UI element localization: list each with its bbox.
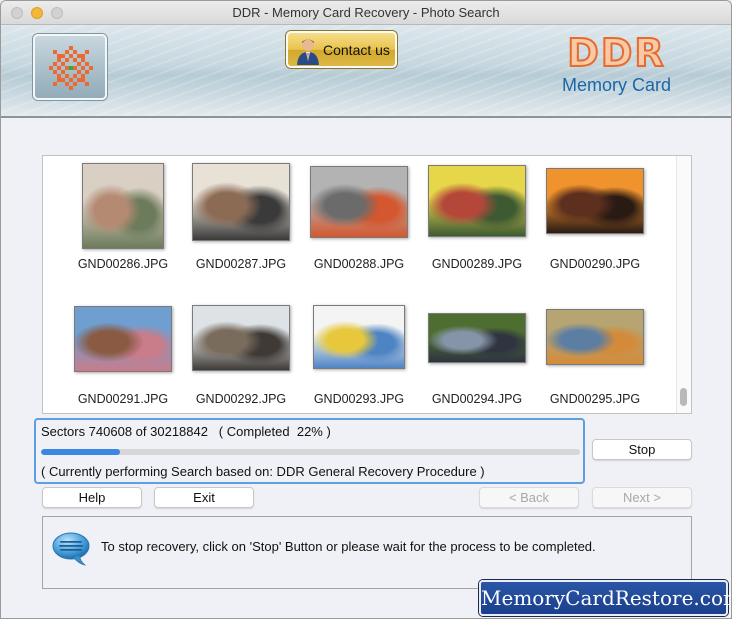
checker-star-logo-icon [49, 46, 93, 90]
speech-bubble-icon [52, 532, 90, 566]
title-bar: DDR - Memory Card Recovery - Photo Searc… [1, 1, 731, 25]
current-procedure-text: ( Currently performing Search based on: … [41, 464, 485, 479]
sectors-progress-text: Sectors 740608 of 30218842 ( Completed 2… [41, 424, 331, 439]
photo-thumbnail[interactable] [192, 163, 290, 241]
person-icon [297, 39, 319, 65]
photo-thumbnail[interactable] [192, 305, 290, 371]
next-button[interactable]: Next > [592, 487, 692, 508]
app-window: DDR - Memory Card Recovery - Photo Searc… [0, 0, 732, 619]
app-logo [33, 34, 107, 100]
photo-filename: GND00294.JPG [431, 392, 523, 406]
photo-filename: GND00292.JPG [195, 392, 287, 406]
brand-logo: DDR Memory Card [561, 31, 671, 96]
photo-filename: GND00295.JPG [549, 392, 641, 406]
gallery-scrollbar[interactable] [676, 156, 691, 413]
photo-gallery: GND00286.JPG GND00287.JPG GND00288.JPG GND0… [42, 155, 692, 414]
photo-thumbnail[interactable] [428, 165, 526, 237]
photo-filename: GND00287.JPG [195, 257, 287, 271]
photo-filename: GND00290.JPG [549, 257, 641, 271]
photo-thumbnail[interactable] [428, 313, 526, 363]
photo-thumbnail[interactable] [546, 168, 644, 234]
scrollbar-thumb[interactable] [680, 388, 687, 406]
photo-filename: GND00291.JPG [77, 392, 169, 406]
brand-subtitle: Memory Card [561, 75, 671, 95]
photo-filename: GND00288.JPG [313, 257, 405, 271]
close-window-button[interactable] [11, 7, 23, 19]
back-button[interactable]: < Back [479, 487, 579, 508]
brand-name: DDR [566, 31, 666, 75]
exit-button[interactable]: Exit [154, 487, 254, 508]
contact-us-label: Contact us [323, 42, 390, 58]
progress-panel: Sectors 740608 of 30218842 ( Completed 2… [34, 418, 585, 484]
maximize-window-button[interactable] [51, 7, 63, 19]
photo-thumbnail[interactable] [546, 309, 644, 365]
window-title: DDR - Memory Card Recovery - Photo Searc… [232, 5, 500, 20]
header-banner: Contact us DDR Memory Card [1, 25, 731, 118]
photo-filename: GND00289.JPG [431, 257, 523, 271]
minimize-window-button[interactable] [31, 7, 43, 19]
website-watermark: MemoryCardRestore.com [479, 580, 731, 616]
progress-bar-fill [41, 449, 120, 455]
photo-thumbnail[interactable] [313, 305, 405, 369]
contact-us-button[interactable]: Contact us [286, 31, 397, 68]
photo-thumbnail[interactable] [82, 163, 164, 249]
info-panel: To stop recovery, click on 'Stop' Button… [42, 516, 692, 589]
photo-thumbnail[interactable] [310, 166, 408, 238]
stop-button[interactable]: Stop [592, 439, 692, 460]
progress-bar [41, 449, 580, 455]
photo-filename: GND00286.JPG [77, 257, 169, 271]
help-button[interactable]: Help [42, 487, 142, 508]
info-message: To stop recovery, click on 'Stop' Button… [101, 539, 596, 554]
photo-filename: GND00293.JPG [313, 392, 405, 406]
photo-thumbnail[interactable] [74, 306, 172, 372]
